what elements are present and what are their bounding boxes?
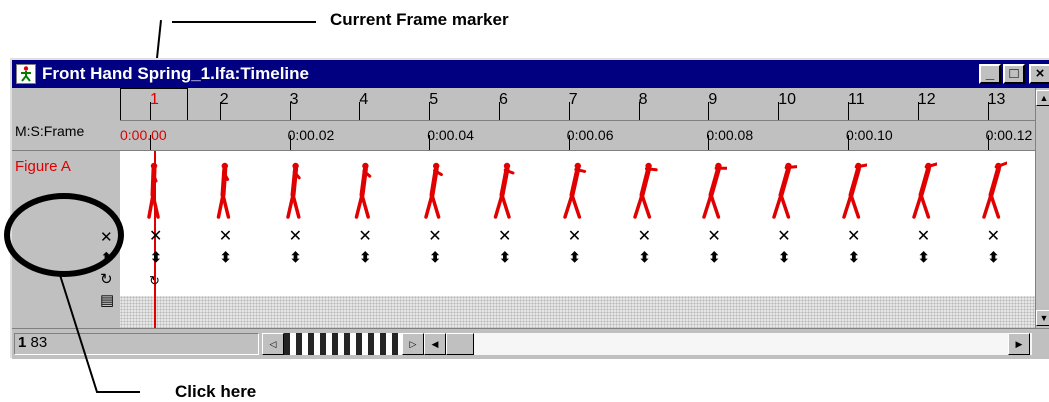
window-title: Front Hand Spring_1.lfa:Timeline bbox=[42, 64, 309, 83]
time-label[interactable]: 0:00.06 bbox=[567, 127, 614, 143]
position-key-cross-icon[interactable]: ✕ bbox=[498, 226, 511, 246]
position-key-cross-icon[interactable]: ✕ bbox=[917, 226, 930, 246]
figure-pose-icon[interactable] bbox=[418, 159, 448, 221]
frame-number[interactable]: 10 bbox=[778, 91, 796, 109]
position-key-cross-icon[interactable]: ✕ bbox=[358, 226, 371, 246]
updown-key-icon[interactable]: ⬍ bbox=[569, 249, 581, 266]
figure-pose-icon[interactable] bbox=[907, 159, 937, 221]
figure-pose-icon[interactable] bbox=[279, 159, 309, 221]
updown-key-icon[interactable]: ⬍ bbox=[918, 249, 930, 266]
position-key-cross-icon[interactable]: ✕ bbox=[568, 226, 581, 246]
time-label[interactable]: 0:00.08 bbox=[706, 127, 753, 143]
scroll-thumb[interactable] bbox=[446, 333, 474, 355]
updown-key-icon[interactable]: ⬍ bbox=[639, 249, 651, 266]
scroll-left-arrow-icon[interactable]: ◀ bbox=[424, 333, 446, 355]
position-key-cross-icon[interactable]: ✕ bbox=[638, 226, 651, 246]
updown-key-icon[interactable]: ⬍ bbox=[220, 249, 232, 266]
title-bar[interactable]: Front Hand Spring_1.lfa:Timeline _ □ × bbox=[12, 60, 1049, 88]
time-label[interactable]: 0:00.04 bbox=[427, 127, 474, 143]
updown-key-icon[interactable]: ⬍ bbox=[499, 249, 511, 266]
position-key-cross-icon[interactable]: ✕ bbox=[428, 226, 441, 246]
frame-number[interactable]: 7 bbox=[569, 91, 578, 109]
frame-number[interactable]: 3 bbox=[290, 91, 299, 109]
callout-line-top-horizontal bbox=[172, 21, 316, 23]
track-area[interactable]: ↻ ✕ ⬍ ✕ ⬍ ✕ ⬍ ✕ ⬍ ✕ ⬍ ✕ ⬍ ✕ ⬍ ✕ ⬍ ✕ ⬍ ✕ ⬍ ✕ ⬍ ✕ ⬍ ✕ ⬍ bbox=[120, 150, 1035, 329]
figure-pose-icon[interactable] bbox=[558, 159, 588, 221]
time-label[interactable]: 0:00.10 bbox=[846, 127, 893, 143]
frame-number[interactable]: 4 bbox=[359, 91, 368, 109]
status-bar: 1 83 ◁ ▷ ◀ ▶ bbox=[12, 328, 1049, 359]
close-button[interactable]: × bbox=[1029, 64, 1049, 84]
position-key-cross-icon[interactable]: ✕ bbox=[289, 226, 302, 246]
figure-pose-icon[interactable] bbox=[209, 159, 239, 221]
frame-ruler[interactable]: 123456789101112131 bbox=[120, 88, 1035, 120]
frame-number[interactable]: 5 bbox=[429, 91, 438, 109]
figure-pose-icon[interactable] bbox=[139, 159, 169, 221]
vertical-scrollbar[interactable]: ▲ ▼ bbox=[1035, 88, 1049, 328]
figure-app-icon[interactable] bbox=[16, 64, 36, 84]
click-here-circle bbox=[4, 193, 140, 393]
position-key-cross-icon[interactable]: ✕ bbox=[219, 226, 232, 246]
current-frame-box[interactable] bbox=[120, 88, 188, 120]
frame-number[interactable]: 9 bbox=[708, 91, 717, 109]
maximize-button[interactable]: □ bbox=[1003, 64, 1025, 84]
empty-track-row bbox=[120, 296, 1035, 329]
figure-pose-icon[interactable] bbox=[837, 159, 867, 221]
figure-pose-icon[interactable] bbox=[767, 159, 798, 221]
updown-key-icon[interactable]: ⬍ bbox=[290, 249, 302, 266]
msf-label: M:S:Frame bbox=[15, 123, 85, 139]
updown-key-icon[interactable]: ⬍ bbox=[988, 249, 1000, 266]
updown-key-icon[interactable]: ⬍ bbox=[429, 249, 441, 266]
updown-key-icon[interactable]: ⬍ bbox=[708, 249, 720, 266]
time-label[interactable]: 0:00.12 bbox=[986, 127, 1033, 143]
frame-number[interactable]: 6 bbox=[499, 91, 508, 109]
figure-pose-icon[interactable] bbox=[488, 159, 518, 221]
zoom-left-arrow-icon[interactable]: ◁ bbox=[262, 333, 284, 355]
horizontal-scrollbar[interactable]: ◁ ▷ ◀ ▶ bbox=[262, 333, 1032, 355]
position-key-cross-icon[interactable]: ✕ bbox=[707, 226, 720, 246]
frame-number[interactable]: 2 bbox=[220, 91, 229, 109]
click-here-callout-label: Click here bbox=[175, 382, 257, 401]
figure-pose-icon[interactable] bbox=[697, 159, 728, 221]
figure-pose-icon[interactable] bbox=[977, 159, 1007, 221]
position-key-cross-icon[interactable]: ✕ bbox=[847, 226, 860, 246]
frame-number[interactable]: 12 bbox=[918, 91, 936, 109]
loop-key-icon[interactable]: ↻ bbox=[149, 273, 160, 289]
scroll-right-arrow-icon[interactable]: ▶ bbox=[1008, 333, 1030, 355]
position-key-cross-icon[interactable]: ✕ bbox=[777, 226, 790, 246]
figure-label[interactable]: Figure A bbox=[15, 158, 71, 175]
time-label[interactable]: 0:00.00 bbox=[120, 127, 167, 143]
current-frame-callout-label: Current Frame marker bbox=[330, 10, 509, 29]
frame-number[interactable]: 11 bbox=[848, 91, 865, 109]
figure-pose-icon[interactable] bbox=[628, 159, 658, 221]
timeline-window: Front Hand Spring_1.lfa:Timeline _ □ × M… bbox=[10, 58, 1049, 359]
updown-key-icon[interactable]: ⬍ bbox=[848, 249, 860, 266]
minimize-button[interactable]: _ bbox=[979, 64, 1001, 84]
scroll-down-arrow-icon[interactable]: ▼ bbox=[1036, 310, 1049, 326]
time-label[interactable]: 0:00.02 bbox=[288, 127, 335, 143]
time-ruler[interactable]: 0:00.00 0:00.02 0:00.04 0:00.06 0:00.08 0:00.… bbox=[120, 120, 1035, 151]
figure-pose-icon[interactable] bbox=[348, 159, 378, 221]
frame-number[interactable]: 13 bbox=[988, 91, 1006, 109]
zoom-right-arrow-icon[interactable]: ▷ bbox=[402, 333, 424, 355]
position-key-cross-icon[interactable]: ✕ bbox=[149, 226, 162, 246]
updown-key-icon[interactable]: ⬍ bbox=[150, 249, 162, 266]
scroll-up-arrow-icon[interactable]: ▲ bbox=[1036, 90, 1049, 106]
frame-number[interactable]: 8 bbox=[639, 91, 648, 109]
ruler-label-cell: M:S:Frame bbox=[12, 88, 120, 150]
zoom-slider-thumb[interactable] bbox=[284, 333, 402, 355]
position-key-cross-icon[interactable]: ✕ bbox=[987, 226, 1000, 246]
updown-key-icon[interactable]: ⬍ bbox=[359, 249, 371, 266]
updown-key-icon[interactable]: ⬍ bbox=[778, 249, 790, 266]
